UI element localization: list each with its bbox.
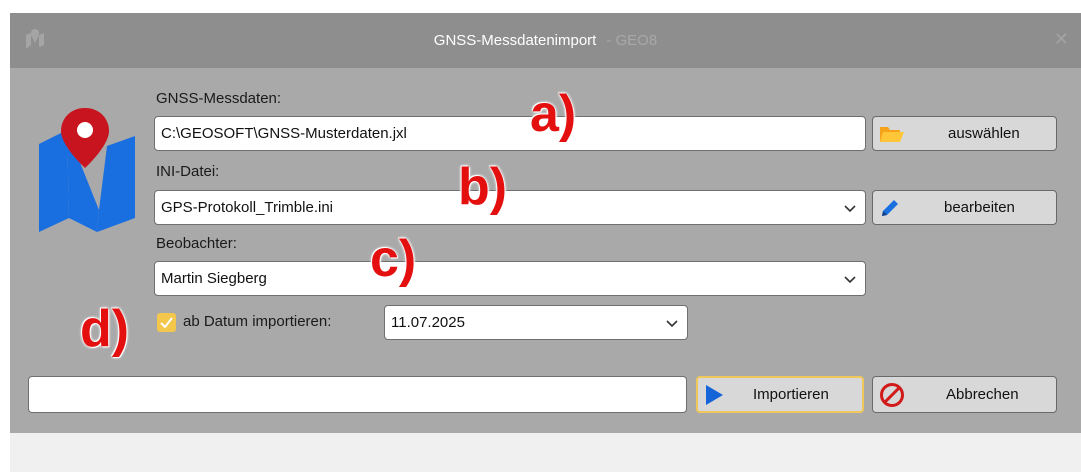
window-title-suffix: - GEO8 [606,32,658,49]
check-icon [160,317,173,329]
beobachter-select[interactable]: Martin Siegberg [154,261,866,296]
title-bar: GNSS-Messdatenimport - GEO8 ✕ [10,13,1081,68]
auswaehlen-button-label: auswählen [948,125,1020,142]
window-title: GNSS-Messdatenimport - GEO8 [10,13,1081,68]
chevron-down-icon [844,275,856,283]
datum-select-value: 11.07.2025 [391,314,465,331]
play-icon [706,384,723,405]
annotation-a: a) [530,85,577,143]
annotation-d: d) [80,300,130,358]
importieren-button[interactable]: Importieren [696,376,864,413]
annotation-b: b) [458,158,508,216]
close-icon[interactable]: ✕ [1054,28,1069,50]
ini-select-value: GPS-Protokoll_Trimble.ini [161,199,333,216]
messdaten-path-value: C:\GEOSOFT\GNSS-Musterdaten.jxl [161,125,407,142]
importieren-button-label: Importieren [753,386,829,403]
auswaehlen-button[interactable]: auswählen [872,116,1057,151]
dialog-window: GNSS-Messdatenimport - GEO8 ✕ GNSS-Messda… [10,13,1081,472]
no-entry-icon [880,382,904,407]
dialog-footer [10,433,1081,472]
bearbeiten-button[interactable]: bearbeiten [872,190,1057,225]
chevron-down-icon [666,319,678,327]
ab-datum-checkbox[interactable] [157,313,176,332]
pencil-icon [882,199,898,216]
status-field [28,376,687,413]
beobachter-label: Beobachter: [156,235,237,252]
bearbeiten-button-label: bearbeiten [944,199,1015,216]
map-pin-logo-icon [39,108,135,232]
abbrechen-button-label: Abbrechen [946,386,1019,403]
ini-label: INI-Datei: [156,163,220,180]
messdaten-label: GNSS-Messdaten: [156,90,282,107]
datum-select[interactable]: 11.07.2025 [384,305,688,340]
ab-datum-label[interactable]: ab Datum importieren: [183,313,331,330]
window-title-main: GNSS-Messdatenimport [433,32,597,49]
ini-select[interactable]: GPS-Protokoll_Trimble.ini [154,190,866,225]
messdaten-path-field[interactable]: C:\GEOSOFT\GNSS-Musterdaten.jxl [154,116,866,151]
beobachter-select-value: Martin Siegberg [161,270,267,287]
abbrechen-button[interactable]: Abbrechen [872,376,1057,413]
folder-open-icon [880,126,904,142]
chevron-down-icon [844,204,856,212]
annotation-c: c) [370,230,417,288]
